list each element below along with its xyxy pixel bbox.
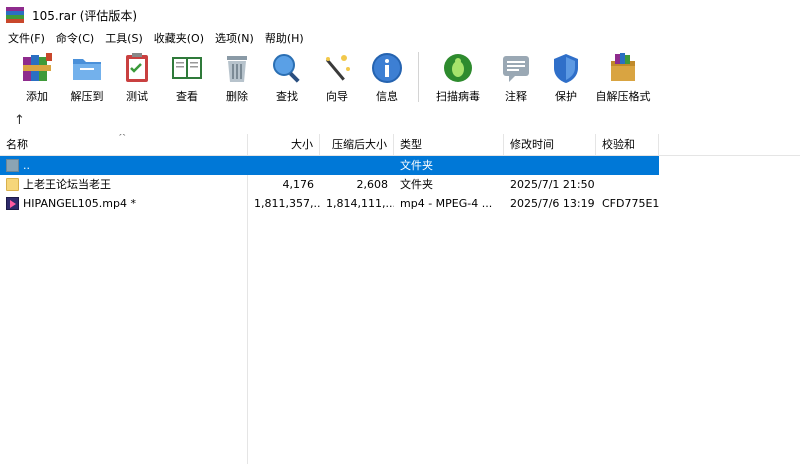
sfx-button[interactable]: 自解压格式 xyxy=(591,50,655,104)
add-button[interactable]: 添加 xyxy=(12,50,62,104)
protect-label: 保护 xyxy=(555,90,577,103)
file-packed-size xyxy=(320,156,394,175)
file-size: 4,176 xyxy=(282,178,315,191)
sfx-label: 自解压格式 xyxy=(595,90,651,103)
file-name: 上老王论坛当老王 xyxy=(23,178,111,191)
test-button[interactable]: 测试 xyxy=(112,50,162,104)
video-file-icon xyxy=(6,197,19,210)
column-type[interactable]: 类型 xyxy=(394,134,504,156)
window-title: 105.rar (评估版本) xyxy=(32,8,138,23)
file-name: HIPANGEL105.mp4 * xyxy=(23,197,136,210)
table-row[interactable]: 上老王论坛当老王 4,176 2,608 文件夹 2025/7/1 21:50 xyxy=(0,175,800,194)
winrar-app-icon xyxy=(6,7,24,23)
extract-to-button[interactable]: 解压到 xyxy=(62,50,112,104)
toolbar: 添加 解压到 测试 查看 删除 查找 向导 信息 扫描病毒 注释 保护 自解压格… xyxy=(0,50,800,104)
menu-help[interactable]: 帮助(H) xyxy=(261,31,308,47)
magic-wand-icon xyxy=(320,51,354,85)
file-crc: CFD775E1 xyxy=(602,197,659,210)
delete-label: 删除 xyxy=(226,90,248,103)
scan-virus-button[interactable]: 扫描病毒 xyxy=(425,50,491,104)
folder-icon xyxy=(6,178,19,191)
scan-virus-label: 扫描病毒 xyxy=(436,90,480,103)
magnifier-icon xyxy=(270,51,304,85)
info-button[interactable]: 信息 xyxy=(362,50,412,104)
up-one-level-icon[interactable]: ↑ xyxy=(14,113,25,128)
info-icon xyxy=(370,51,404,85)
navigation-row: ↑ xyxy=(0,108,800,132)
comment-label: 注释 xyxy=(505,90,527,103)
sfx-box-icon xyxy=(606,51,640,85)
folder-extract-icon xyxy=(70,51,104,85)
file-size: 1,811,357,... xyxy=(254,197,320,210)
file-type: mp4 - MPEG-4 ... xyxy=(400,197,493,210)
column-packed-size[interactable]: 压缩后大小 xyxy=(320,134,394,156)
menu-options[interactable]: 选项(N) xyxy=(211,31,258,47)
clipboard-test-icon xyxy=(120,51,154,85)
file-crc xyxy=(596,156,659,175)
table-row[interactable]: HIPANGEL105.mp4 * 1,811,357,... 1,814,11… xyxy=(0,194,800,213)
comment-button[interactable]: 注释 xyxy=(491,50,541,104)
book-view-icon xyxy=(170,51,204,85)
column-crc[interactable]: 校验和 xyxy=(596,134,659,156)
file-crc xyxy=(596,175,659,194)
column-modified[interactable]: 修改时间 xyxy=(504,134,596,156)
file-packed-size: 1,814,111,... xyxy=(326,197,394,210)
file-modified: 2025/7/6 13:19 xyxy=(510,197,595,210)
file-packed-size: 2,608 xyxy=(356,178,389,191)
column-size[interactable]: 大小 xyxy=(248,134,320,156)
folder-up-icon xyxy=(6,159,19,172)
test-label: 测试 xyxy=(126,90,148,103)
wizard-button[interactable]: 向导 xyxy=(312,50,362,104)
extract-to-label: 解压到 xyxy=(70,90,104,103)
menu-favorites[interactable]: 收藏夹(O) xyxy=(150,31,208,47)
column-header: 名称 ^ 大小 压缩后大小 类型 修改时间 校验和 xyxy=(0,134,800,156)
books-add-icon xyxy=(20,51,54,85)
file-modified xyxy=(504,156,596,175)
find-button[interactable]: 查找 xyxy=(262,50,312,104)
shield-icon xyxy=(549,51,583,85)
file-type: 文件夹 xyxy=(400,159,433,172)
wizard-label: 向导 xyxy=(326,90,348,103)
winrar-window: 105.rar (评估版本) 文件(F) 命令(C) 工具(S) 收藏夹(O) … xyxy=(0,0,800,464)
column-name[interactable]: 名称 ^ xyxy=(0,134,248,156)
comment-icon xyxy=(499,51,533,85)
toolbar-separator xyxy=(418,52,419,102)
menu-tools[interactable]: 工具(S) xyxy=(101,31,147,47)
file-modified: 2025/7/1 21:50 xyxy=(510,178,595,191)
menu-bar: 文件(F) 命令(C) 工具(S) 收藏夹(O) 选项(N) 帮助(H) xyxy=(0,30,800,48)
menu-commands[interactable]: 命令(C) xyxy=(52,31,98,47)
trash-icon xyxy=(220,51,254,85)
table-row-parent-folder[interactable]: .. 文件夹 xyxy=(0,156,659,175)
delete-button[interactable]: 删除 xyxy=(212,50,262,104)
add-label: 添加 xyxy=(26,90,48,103)
protect-button[interactable]: 保护 xyxy=(541,50,591,104)
info-label: 信息 xyxy=(376,90,398,103)
title-bar[interactable]: 105.rar (评估版本) xyxy=(0,0,800,30)
bug-scan-icon xyxy=(441,51,475,85)
file-type: 文件夹 xyxy=(400,178,433,191)
file-list: .. 文件夹 上老王论坛当老王 4,176 2,608 文件夹 2025/7/1… xyxy=(0,156,800,464)
file-size xyxy=(248,156,320,175)
file-name: .. xyxy=(23,159,30,172)
menu-file[interactable]: 文件(F) xyxy=(4,31,49,47)
sort-ascending-icon: ^ xyxy=(118,134,127,143)
view-label: 查看 xyxy=(176,90,198,103)
find-label: 查找 xyxy=(276,90,298,103)
view-button[interactable]: 查看 xyxy=(162,50,212,104)
